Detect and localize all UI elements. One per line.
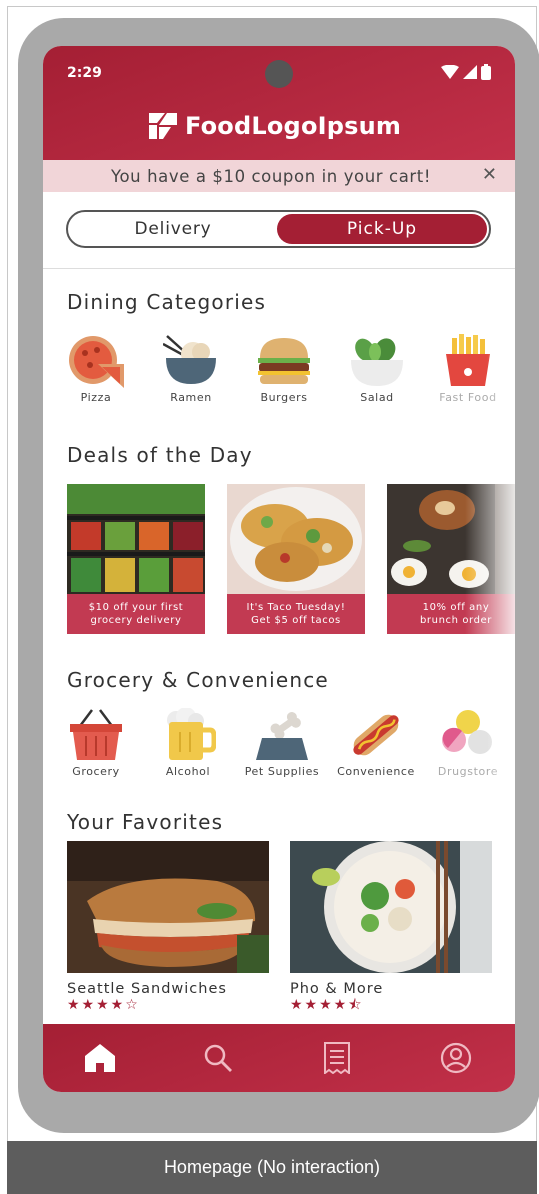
- deal-image-tacos: [227, 484, 365, 594]
- logo-icon: [149, 113, 177, 139]
- deal-caption: It's Taco Tuesday! Get $5 off tacos: [227, 594, 365, 634]
- deal-caption: $10 off your first grocery delivery: [67, 594, 205, 634]
- deal-caption-line: $10 off your first: [88, 602, 184, 613]
- beer-icon: [167, 708, 216, 760]
- deal-caption-line: Get $5 off tacos: [251, 615, 341, 626]
- coupon-banner: You have a $10 coupon in your cart! ✕: [43, 160, 515, 192]
- brand-name: FoodLogoIpsum: [185, 112, 402, 140]
- rating-stars: ★★★★☆: [67, 997, 140, 1013]
- divider: [43, 268, 515, 269]
- favorite-image-sandwich: [67, 841, 269, 973]
- favorite-card-pho-and-more[interactable]: Pho & More ★★★★⯪: [290, 841, 492, 1012]
- deal-caption-line: brunch order: [419, 615, 492, 626]
- category-label: Alcohol: [165, 765, 211, 778]
- dining-categories-title: Dining Categories: [67, 290, 267, 314]
- category-pizza[interactable]: Pizza: [51, 334, 141, 404]
- favorite-name: Pho & More: [290, 981, 384, 997]
- category-drugstore[interactable]: Drugstore: [423, 708, 513, 778]
- category-label: Grocery: [72, 765, 120, 778]
- nav-search[interactable]: [201, 1041, 235, 1075]
- salad-icon: [351, 338, 403, 386]
- pill-icon: [442, 710, 492, 754]
- grocery-categories-row: Grocery Alcohol Pet Supplies Convenience…: [43, 708, 515, 788]
- category-pet-supplies[interactable]: Pet Supplies: [237, 708, 327, 778]
- category-grocery[interactable]: Grocery: [51, 708, 141, 778]
- dining-categories-row: Pizza Ramen Burgers Salad Fast Food: [43, 334, 515, 414]
- category-alcohol[interactable]: Alcohol: [143, 708, 233, 778]
- deal-card-tacos[interactable]: It's Taco Tuesday! Get $5 off tacos: [227, 484, 365, 634]
- delivery-tab[interactable]: Delivery: [68, 212, 278, 246]
- favorite-name: Seattle Sandwiches: [67, 981, 227, 997]
- basket-icon: [70, 709, 122, 760]
- signal-icon: [463, 65, 477, 79]
- deal-caption-line: grocery delivery: [90, 615, 182, 626]
- deal-card-grocery[interactable]: $10 off your first grocery delivery: [67, 484, 205, 634]
- deal-card-brunch[interactable]: 10% off any brunch order: [387, 484, 515, 634]
- wifi-icon: [441, 65, 459, 79]
- receipt-icon: [324, 1042, 350, 1074]
- category-burgers[interactable]: Burgers: [239, 334, 329, 404]
- burger-icon: [258, 338, 310, 384]
- deals-carousel: $10 off your first grocery delivery It's…: [67, 484, 515, 636]
- favorites-row: Seattle Sandwiches ★★★★☆ Pho & More ★★★★…: [67, 841, 515, 1021]
- category-label: Salad: [360, 391, 394, 404]
- pickup-tab[interactable]: Pick-Up: [277, 214, 487, 244]
- rating-stars: ★★★★⯪: [290, 997, 364, 1013]
- close-icon[interactable]: ✕: [482, 166, 497, 184]
- category-convenience[interactable]: Convenience: [331, 708, 421, 778]
- category-label: Burgers: [260, 391, 308, 404]
- category-label: Pet Supplies: [244, 765, 320, 778]
- home-icon: [85, 1044, 115, 1072]
- category-label: Ramen: [170, 391, 212, 404]
- app-header: 2:29 FoodLogoIpsum: [43, 46, 515, 160]
- bottom-nav: [43, 1024, 515, 1092]
- screen-caption: Homepage (No interaction): [7, 1141, 537, 1194]
- deal-caption-line: 10% off any: [422, 602, 490, 613]
- deal-image-grocery: [67, 484, 205, 594]
- hotdog-icon: [353, 714, 399, 756]
- favorite-card-seattle-sandwiches[interactable]: Seattle Sandwiches ★★★★☆: [67, 841, 269, 1012]
- category-label: Drugstore: [437, 765, 499, 778]
- category-label: Fast Food: [439, 391, 497, 404]
- camera-cutout: [265, 60, 293, 88]
- account-icon: [440, 1042, 472, 1074]
- deal-caption: 10% off any brunch order: [387, 594, 515, 634]
- phone-screen: 2:29 FoodLogoIpsum You have a $10 coupon…: [43, 46, 515, 1092]
- search-icon: [204, 1044, 232, 1072]
- status-time: 2:29: [67, 65, 102, 81]
- category-label: Pizza: [80, 391, 112, 404]
- deal-image-brunch: [387, 484, 515, 594]
- nav-orders[interactable]: [320, 1041, 354, 1075]
- favorites-title: Your Favorites: [67, 810, 224, 834]
- category-salad[interactable]: Salad: [332, 334, 422, 404]
- battery-icon: [481, 64, 491, 80]
- pizza-icon: [69, 336, 124, 388]
- fries-icon: [446, 334, 490, 386]
- deals-title: Deals of the Day: [67, 443, 253, 467]
- pet-bowl-icon: [256, 711, 308, 760]
- ramen-icon: [163, 335, 216, 384]
- nav-home[interactable]: [83, 1041, 117, 1075]
- favorite-image-pho: [290, 841, 492, 973]
- coupon-text: You have a $10 coupon in your cart!: [111, 167, 432, 186]
- category-ramen[interactable]: Ramen: [146, 334, 236, 404]
- brand-logo: FoodLogoIpsum: [149, 112, 401, 140]
- category-fast-food[interactable]: Fast Food: [423, 334, 513, 404]
- category-label: Convenience: [337, 765, 415, 778]
- delivery-pickup-toggle: Delivery Pick-Up: [66, 210, 491, 248]
- grocery-title: Grocery & Convenience: [67, 668, 329, 692]
- deal-caption-line: It's Taco Tuesday!: [246, 602, 346, 613]
- status-icons: [441, 64, 491, 80]
- nav-account[interactable]: [439, 1041, 473, 1075]
